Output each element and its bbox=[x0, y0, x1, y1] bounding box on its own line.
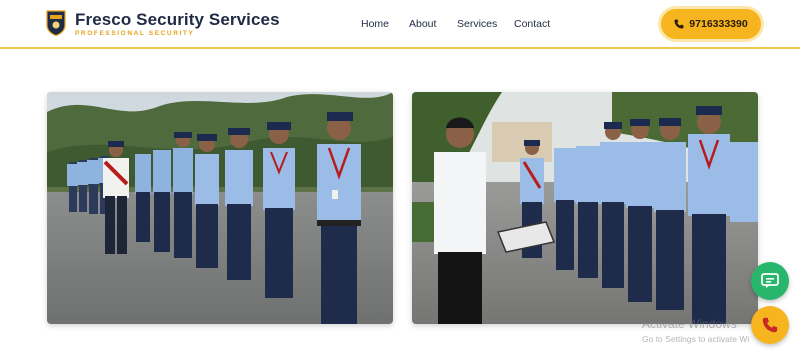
nav-contact[interactable]: Contact bbox=[514, 18, 550, 30]
call-button[interactable]: 9716333390 bbox=[661, 9, 761, 39]
guards-lineup-image bbox=[47, 92, 393, 324]
nav-home[interactable]: Home bbox=[361, 18, 389, 30]
chat-button[interactable] bbox=[751, 262, 789, 300]
supervisor-briefing-photo bbox=[412, 92, 758, 324]
brand-name[interactable]: Fresco Security Services bbox=[75, 10, 280, 30]
site-header: Fresco Security Services PROFESSIONAL SE… bbox=[0, 0, 800, 49]
brand-tagline: PROFESSIONAL SECURITY bbox=[75, 30, 195, 37]
nav-services[interactable]: Services bbox=[457, 18, 497, 30]
floating-call-button[interactable] bbox=[751, 306, 789, 344]
watermark-subtitle: Go to Settings to activate Wi bbox=[642, 334, 750, 344]
phone-icon bbox=[674, 19, 684, 29]
nav-about[interactable]: About bbox=[409, 18, 436, 30]
shield-logo-icon[interactable] bbox=[46, 10, 66, 36]
phone-icon bbox=[762, 317, 778, 333]
chat-bubble-icon bbox=[761, 273, 779, 288]
guards-lineup-photo bbox=[47, 92, 393, 324]
supervisor-briefing-image bbox=[412, 92, 758, 324]
watermark-title: Activate Windows bbox=[642, 317, 737, 331]
phone-number: 9716333390 bbox=[689, 18, 748, 30]
windows-activation-watermark: Activate Windows Go to Settings to activ… bbox=[642, 315, 749, 344]
